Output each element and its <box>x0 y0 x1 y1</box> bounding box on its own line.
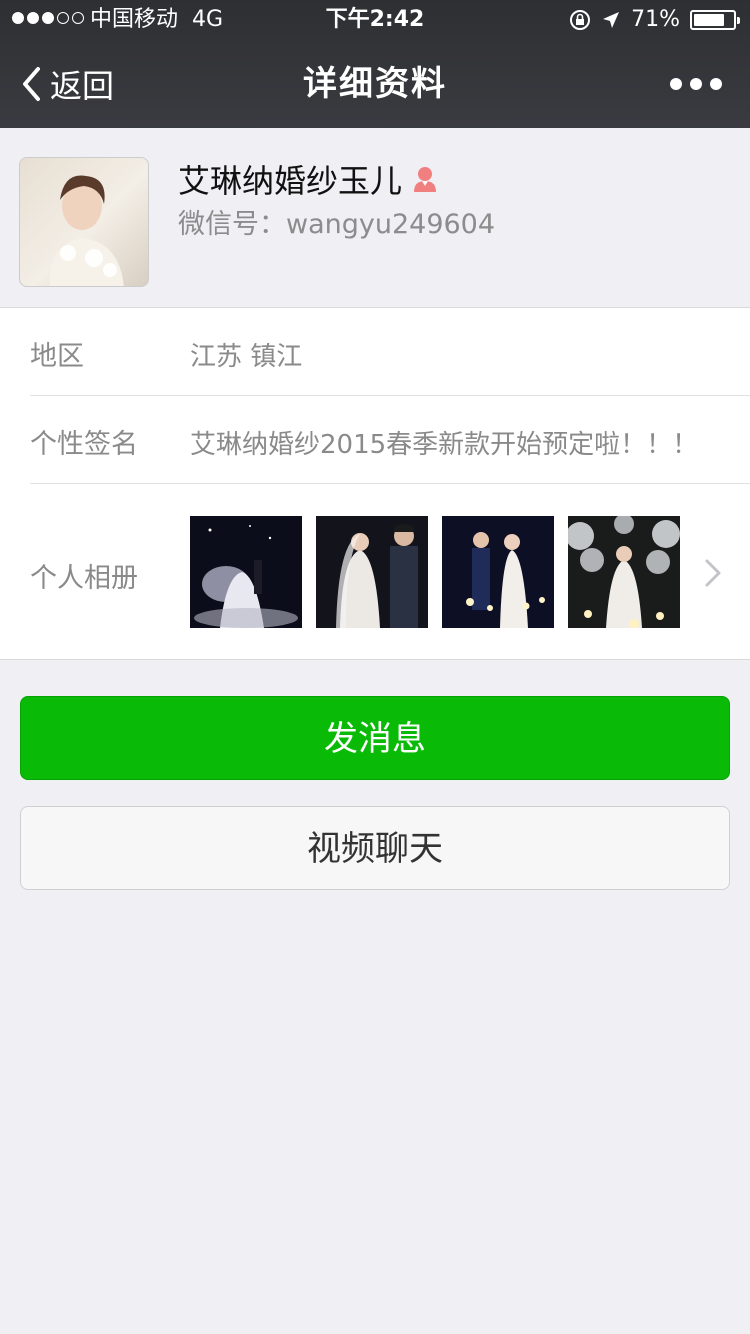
video-chat-button[interactable]: 视频聊天 <box>20 806 730 890</box>
battery-icon <box>690 10 740 30</box>
chevron-right-icon <box>705 559 721 587</box>
info-list: 地区 江苏 镇江 个性签名 艾琳纳婚纱2015春季新款开始预定啦！！！ 个人相册 <box>0 308 750 660</box>
album-row[interactable]: 个人相册 <box>30 484 750 660</box>
album-photo[interactable] <box>568 516 680 628</box>
name-row: 艾琳纳婚纱玉儿 <box>178 156 438 202</box>
album-photo[interactable] <box>190 516 302 628</box>
more-dot-icon <box>710 78 722 90</box>
signature-value: 艾琳纳婚纱2015春季新款开始预定啦！！！ <box>190 430 699 460</box>
female-icon <box>414 167 437 192</box>
header: 中国移动 4G 下午2:42 71% 返回 详细资料 <box>0 0 750 128</box>
profile-card: 艾琳纳婚纱玉儿 微信号：wangyu249604 <box>0 128 750 308</box>
avatar[interactable] <box>19 157 149 287</box>
nav-bar: 返回 详细资料 <box>0 40 750 128</box>
status-right: 71% <box>569 0 740 40</box>
album-photo[interactable] <box>316 516 428 628</box>
more-dot-icon <box>690 78 702 90</box>
more-options-button[interactable] <box>670 78 722 90</box>
rotation-lock-icon <box>570 10 591 30</box>
region-row: 地区 江苏 镇江 <box>30 308 750 396</box>
album-photo[interactable] <box>442 516 554 628</box>
location-arrow-icon <box>603 12 620 28</box>
page-title: 详细资料 <box>303 64 447 104</box>
battery-percent: 71% <box>631 7 680 32</box>
status-bar: 中国移动 4G 下午2:42 71% <box>0 0 750 40</box>
region-value: 江苏 镇江 <box>190 342 303 372</box>
signature-row: 个性签名 艾琳纳婚纱2015春季新款开始预定啦！！！ <box>30 396 750 484</box>
region-label: 地区 <box>30 341 84 372</box>
avatar-photo <box>49 175 124 286</box>
wechat-id: 微信号：wangyu249604 <box>178 209 496 240</box>
more-dot-icon <box>670 78 682 90</box>
profile-name: 艾琳纳婚纱玉儿 <box>178 162 403 200</box>
send-message-button[interactable]: 发消息 <box>20 696 730 780</box>
album-label: 个人相册 <box>30 563 138 594</box>
album-thumbnails <box>190 516 680 628</box>
signature-label: 个性签名 <box>30 429 138 460</box>
